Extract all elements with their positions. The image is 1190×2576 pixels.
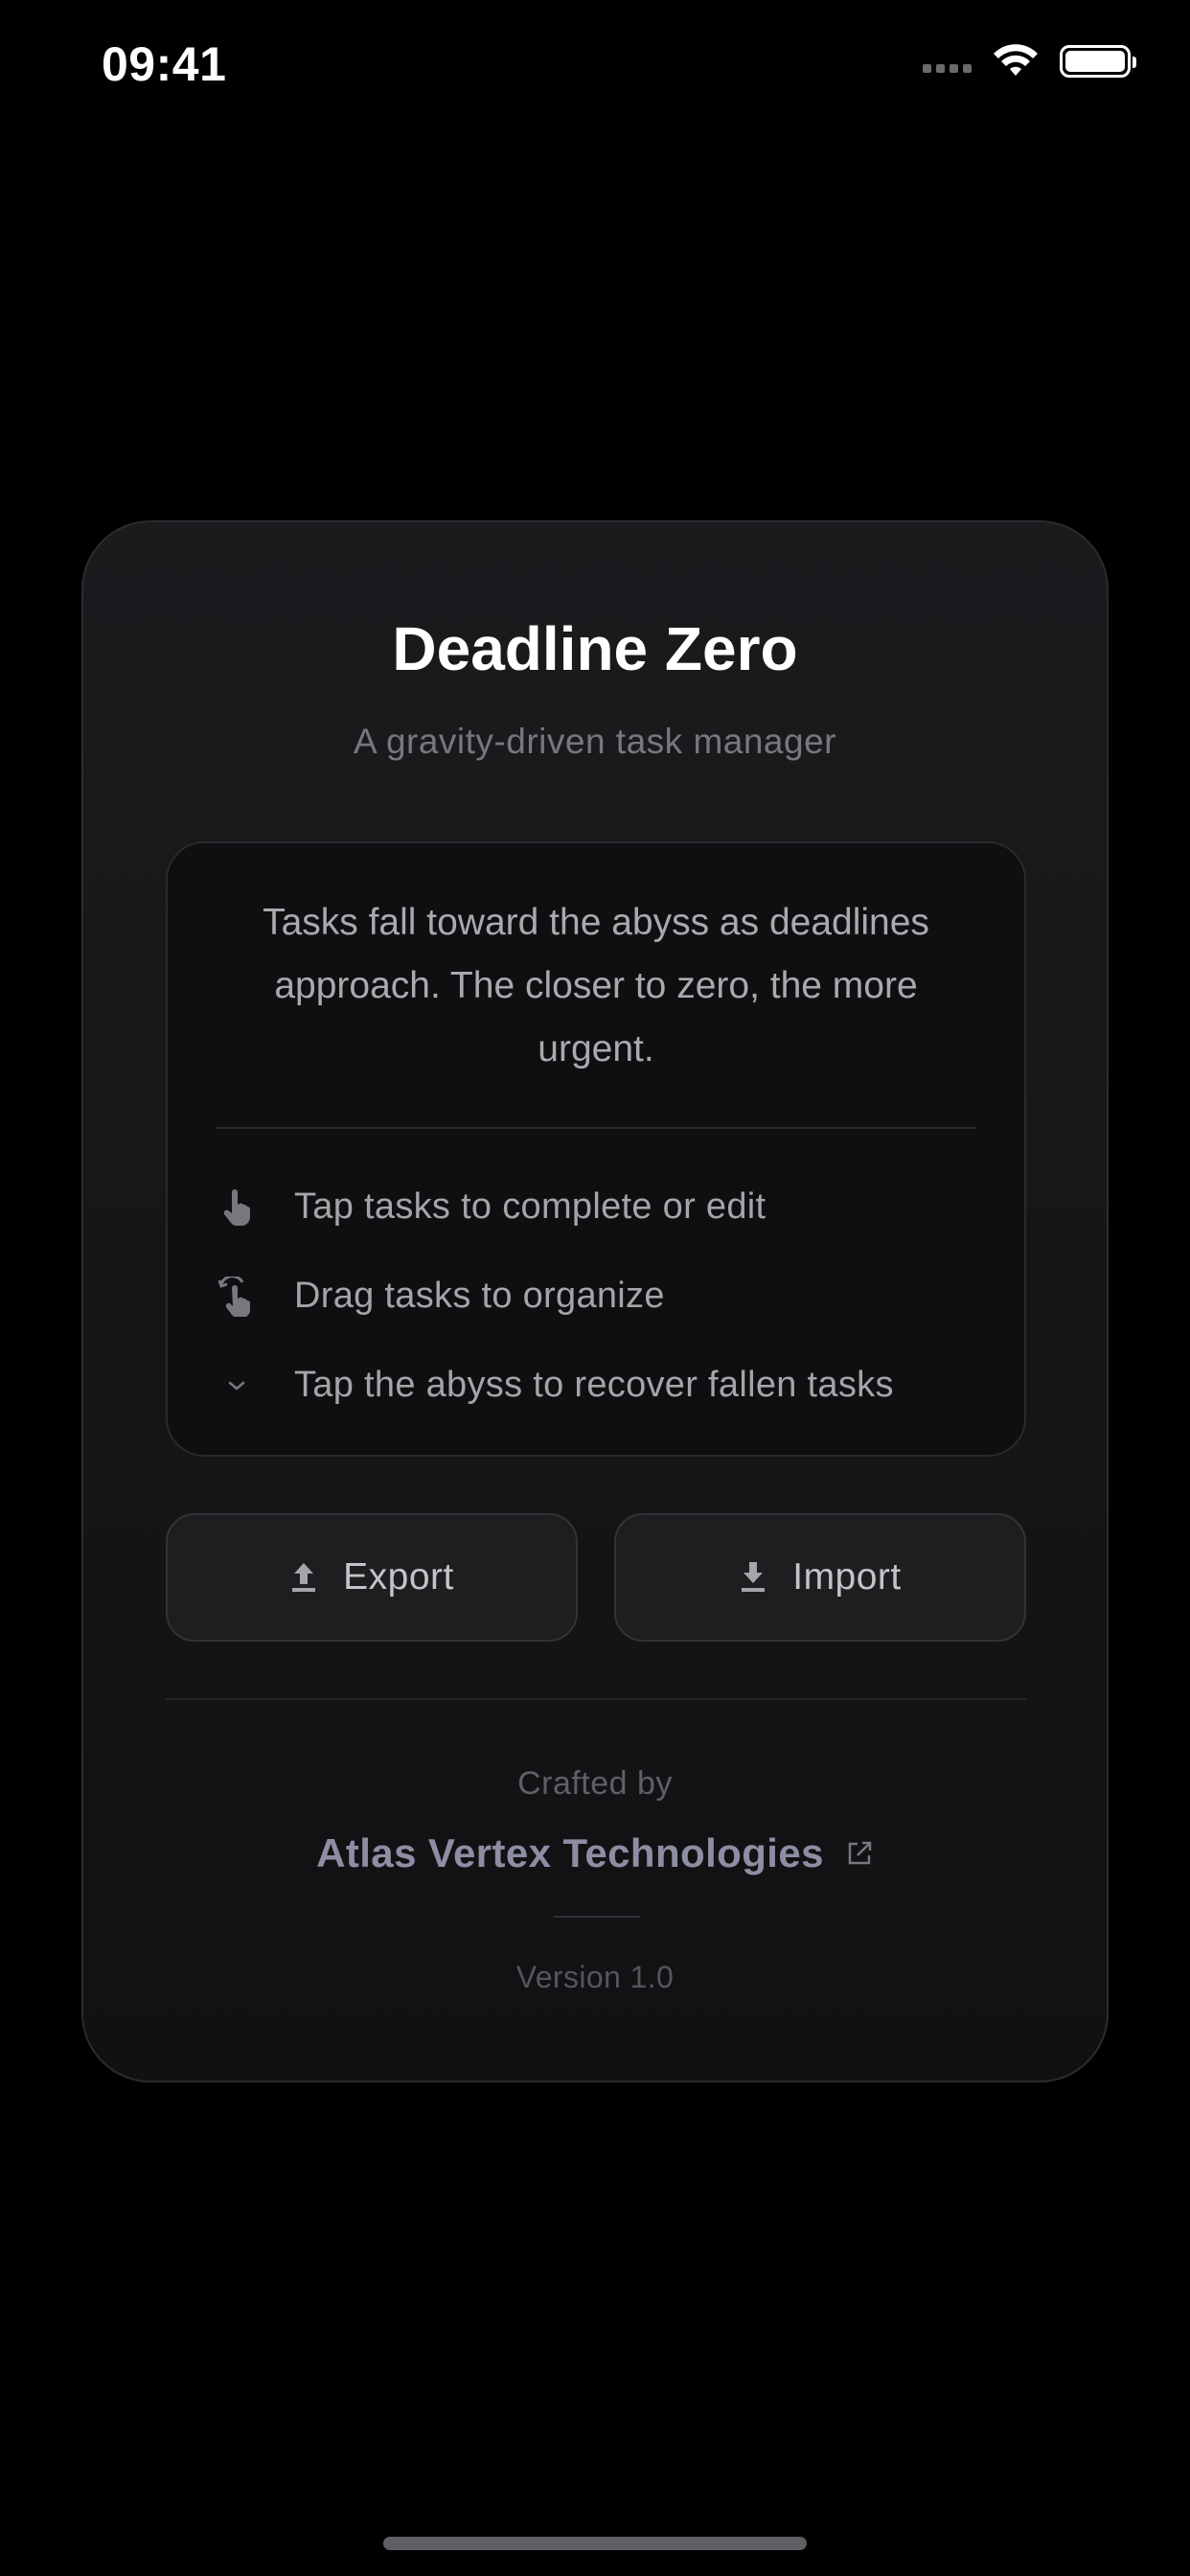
info-panel: Tasks fall toward the abyss as deadlines… — [166, 841, 1026, 1457]
app-title: Deadline Zero — [392, 614, 798, 683]
home-indicator[interactable] — [383, 2537, 807, 2550]
status-bar: 09:41 — [0, 0, 1190, 134]
signal-icon — [923, 63, 972, 73]
drag-hand-icon — [216, 1276, 258, 1318]
external-link-icon — [848, 1841, 872, 1865]
data-actions: Export Import — [166, 1513, 1026, 1642]
import-button[interactable]: Import — [614, 1513, 1026, 1642]
wifi-icon — [994, 44, 1038, 76]
app-subtitle: A gravity-driven task manager — [354, 722, 836, 761]
export-label: Export — [343, 1556, 454, 1598]
import-label: Import — [792, 1556, 902, 1598]
chevron-down-icon — [216, 1365, 258, 1407]
divider — [166, 1698, 1026, 1700]
tip-label: Tap the abyss to recover fallen tasks — [294, 1365, 894, 1405]
tip-label: Tap tasks to complete or edit — [294, 1186, 767, 1227]
list-item: Tap tasks to complete or edit — [216, 1162, 982, 1252]
tap-hand-icon — [216, 1186, 258, 1229]
divider — [554, 1916, 640, 1918]
export-button[interactable]: Export — [166, 1513, 578, 1642]
crafted-by-label: Crafted by — [517, 1765, 673, 1802]
version-label: Version 1.0 — [515, 1960, 675, 1994]
divider — [216, 1127, 976, 1129]
app-description: Tasks fall toward the abyss as deadlines… — [263, 902, 929, 1070]
list-item: Drag tasks to organize — [216, 1252, 982, 1341]
about-card: Deadline Zero A gravity-driven task mana… — [81, 520, 1109, 2082]
upload-icon — [292, 1563, 316, 1592]
download-icon — [742, 1562, 766, 1592]
status-time: 09:41 — [102, 37, 227, 91]
tips-list: Tap tasks to complete or edit Drag tasks… — [216, 1162, 982, 1430]
battery-icon — [1060, 45, 1136, 78]
tip-label: Drag tasks to organize — [294, 1276, 665, 1316]
company-link[interactable]: Atlas Vertex Technologies — [83, 1830, 1107, 1876]
status-icons — [923, 44, 1136, 79]
company-name[interactable]: Atlas Vertex Technologies — [316, 1830, 824, 1876]
list-item: Tap the abyss to recover fallen tasks — [216, 1341, 982, 1430]
